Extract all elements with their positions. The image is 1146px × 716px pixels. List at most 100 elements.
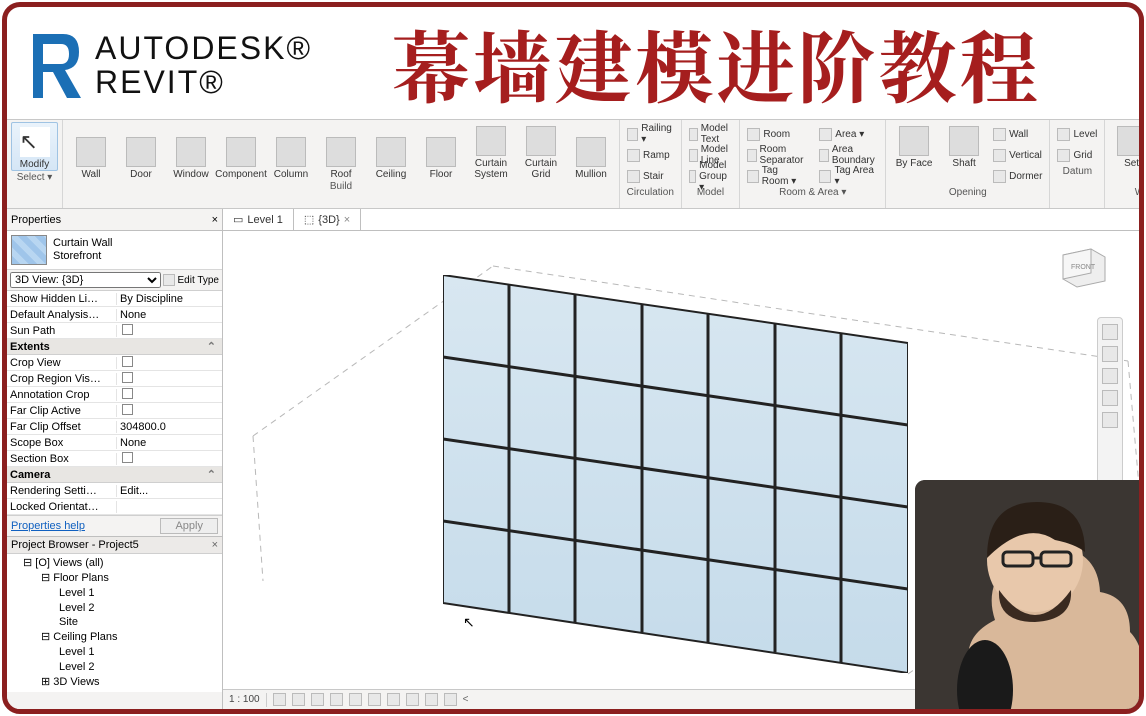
area-area-boundary[interactable]: Area Boundary [816, 145, 881, 165]
prop-row[interactable]: Crop Region Vis… [7, 371, 222, 387]
area-area-[interactable]: Area ▾ [816, 124, 881, 144]
tree-node[interactable]: Level 1 [9, 645, 220, 660]
roof-button[interactable]: Roof [317, 133, 365, 180]
room-room-separator[interactable]: Room Separator [744, 145, 810, 165]
room-tag-room-[interactable]: Tag Room ▾ [744, 166, 810, 186]
checkbox[interactable] [122, 324, 133, 335]
browser-close-icon[interactable]: × [212, 539, 218, 551]
nav-orbit-icon[interactable] [1102, 390, 1118, 406]
prop-row[interactable]: Annotation Crop [7, 387, 222, 403]
roomarea-label[interactable]: Room & Area ▾ [744, 186, 881, 200]
prop-row[interactable]: Scope BoxNone [7, 435, 222, 451]
tab-close-icon[interactable]: × [344, 214, 350, 226]
shaft-button[interactable]: Shaft [940, 122, 988, 169]
3d-canvas[interactable]: FRONT ↖ 1 : 100 < [223, 231, 1139, 709]
tree-node[interactable]: Site [9, 615, 220, 630]
tree-node[interactable]: ⊟ [O] Views (all) [9, 556, 220, 571]
page-title: 幕墙建模进阶教程 [312, 7, 1121, 119]
tree-node[interactable]: ⊞ 3D Views [9, 675, 220, 690]
project-browser[interactable]: Project Browser - Project5 × ⊟ [O] Views… [7, 536, 222, 709]
curtain-system-button[interactable]: CurtainSystem [467, 122, 515, 180]
area-tag-area-[interactable]: Tag Area ▾ [816, 166, 881, 186]
prop-row[interactable]: Section Box [7, 451, 222, 467]
checkbox[interactable] [122, 388, 133, 399]
prop-row[interactable]: Far Clip Offset304800.0 [7, 419, 222, 435]
model-label: Model [686, 186, 736, 200]
properties-help-link[interactable]: Properties help [11, 520, 85, 532]
nav-lookat-icon[interactable] [1102, 412, 1118, 428]
crop-visible-icon[interactable] [387, 693, 400, 706]
prop-row[interactable]: Far Clip Active [7, 403, 222, 419]
datum-grid[interactable]: Grid [1054, 145, 1100, 165]
checkbox[interactable] [122, 404, 133, 415]
cursor-icon: ↖ [463, 614, 475, 631]
select-panel-label[interactable]: Select ▾ [11, 171, 58, 185]
window-button[interactable]: Window [167, 133, 215, 180]
datum-level[interactable]: Level [1054, 124, 1100, 144]
door-button[interactable]: Door [117, 133, 165, 180]
prop-category[interactable]: Camera⌃ [7, 467, 222, 483]
model-model-group-[interactable]: Model Group ▾ [686, 166, 736, 186]
modify-button[interactable]: ↖ Modify [11, 122, 58, 171]
tree-node[interactable]: ⊟ Ceiling Plans [9, 630, 220, 645]
column-button[interactable]: Column [267, 133, 315, 180]
prop-row[interactable]: Show Hidden Li…By Discipline [7, 291, 222, 307]
room-room[interactable]: Room [744, 124, 810, 144]
mullion-button[interactable]: Mullion [567, 133, 615, 180]
viewcube[interactable]: FRONT [1051, 241, 1111, 293]
view-selector[interactable]: 3D View: {3D} [10, 272, 161, 288]
crop-icon[interactable] [368, 693, 381, 706]
unlock-icon[interactable] [406, 693, 419, 706]
tab-3d[interactable]: ⬚ {3D} × [294, 209, 361, 230]
opening-dormer[interactable]: Dormer [990, 166, 1045, 186]
component-button[interactable]: Component [217, 133, 265, 180]
detail-level-icon[interactable] [273, 693, 286, 706]
build-panel-label: Build [67, 180, 615, 194]
temp-hide-icon[interactable] [425, 693, 438, 706]
tree-node[interactable]: Level 2 [9, 601, 220, 616]
circ-ramp[interactable]: Ramp [624, 145, 677, 165]
checkbox[interactable] [122, 452, 133, 463]
revit-r-icon [25, 26, 87, 106]
prop-category[interactable]: Extents⌃ [7, 339, 222, 355]
rendering-icon[interactable] [349, 693, 362, 706]
nav-zoom-icon[interactable] [1102, 368, 1118, 384]
circ-stair[interactable]: Stair [624, 166, 677, 186]
visual-style-icon[interactable] [292, 693, 305, 706]
ceiling-button[interactable]: Ceiling [367, 133, 415, 180]
nav-pan-icon[interactable] [1102, 346, 1118, 362]
tab-level1[interactable]: ▭ Level 1 [223, 209, 294, 230]
shadows-icon[interactable] [330, 693, 343, 706]
nav-wheel-icon[interactable] [1102, 324, 1118, 340]
reveal-icon[interactable] [444, 693, 457, 706]
set-button[interactable]: Set [1109, 122, 1139, 186]
type-selector[interactable]: Curtain Wall Storefront [7, 231, 222, 270]
model-model-text[interactable]: Model Text [686, 124, 736, 144]
prop-row[interactable]: Crop View [7, 355, 222, 371]
tree-node[interactable]: ⊟ Floor Plans [9, 571, 220, 586]
checkbox[interactable] [122, 356, 133, 367]
properties-grid[interactable]: Show Hidden Li…By DisciplineDefault Anal… [7, 291, 222, 515]
revit-logo: AUTODESK® REVIT® [25, 26, 312, 106]
curtain-wall-model[interactable] [443, 275, 908, 673]
prop-row[interactable]: Sun Path [7, 323, 222, 339]
scale-value[interactable]: 1 : 100 [229, 694, 260, 705]
wall-button[interactable]: Wall [67, 133, 115, 180]
tree-node[interactable]: Level 1 [9, 586, 220, 601]
navigation-bar[interactable] [1097, 317, 1123, 507]
byface-button[interactable]: By Face [890, 122, 938, 169]
checkbox[interactable] [122, 372, 133, 383]
tree-node[interactable]: Level 2 [9, 660, 220, 675]
edit-type-button[interactable]: Edit Type [163, 274, 219, 286]
properties-close-icon[interactable]: × [212, 214, 218, 226]
opening-vertical[interactable]: Vertical [990, 145, 1045, 165]
curtain-grid-button[interactable]: CurtainGrid [517, 122, 565, 180]
prop-row[interactable]: Rendering Setti…Edit... [7, 483, 222, 499]
floor-button[interactable]: Floor [417, 133, 465, 180]
prop-row[interactable]: Locked Orientat… [7, 499, 222, 515]
opening-wall[interactable]: Wall [990, 124, 1045, 144]
circ-railing-[interactable]: Railing ▾ [624, 124, 677, 144]
apply-button[interactable]: Apply [160, 518, 218, 534]
prop-row[interactable]: Default Analysis…None [7, 307, 222, 323]
sunpath-icon[interactable] [311, 693, 324, 706]
